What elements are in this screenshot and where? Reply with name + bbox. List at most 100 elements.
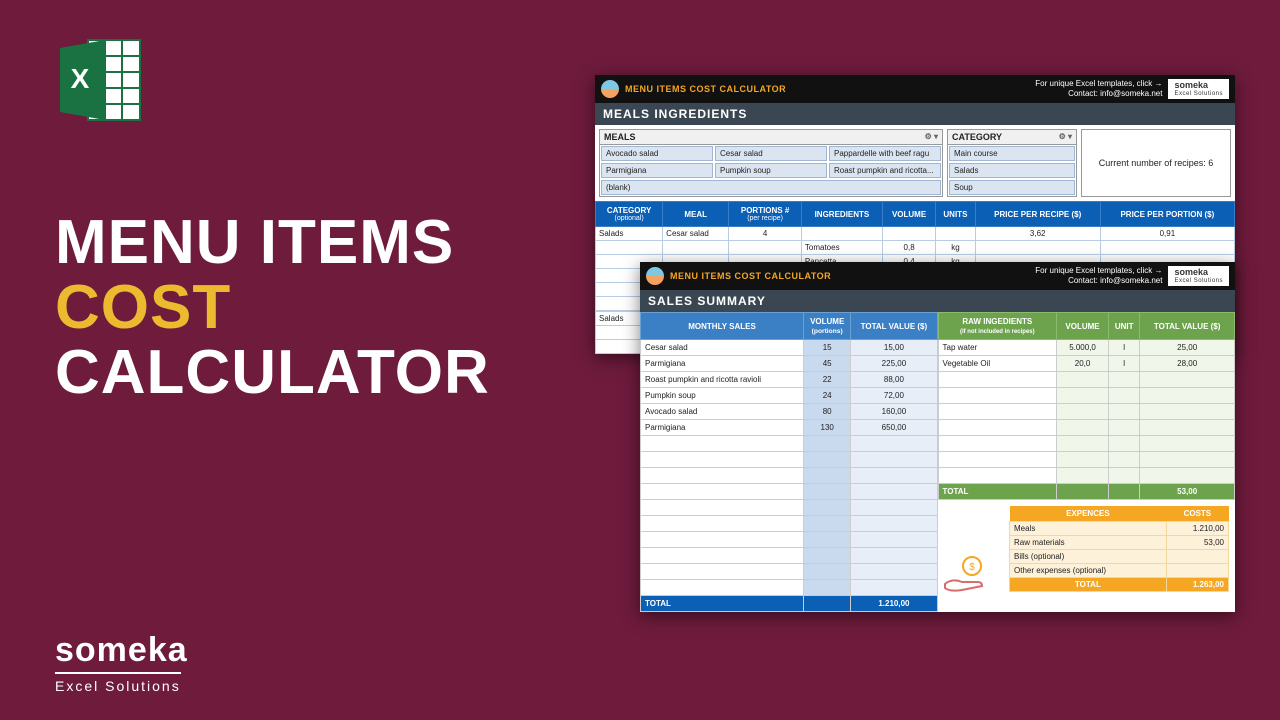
category-chip[interactable]: Main course [949,146,1075,161]
total-row: TOTAL53,00 [938,484,1235,500]
col-header: EXPENCES [1010,506,1167,522]
table-row: Avocado salad80160,00 [641,404,938,420]
table-row: Other expenses (optional) [1010,564,1229,578]
table-row: Raw materials53,00 [1010,536,1229,550]
contact-text: Contact: info@someka.net [1035,89,1162,99]
category-filter[interactable]: CATEGORY ⚙ ▾ Main course Salads Soup [947,129,1077,197]
table-row: Parmigiana45225,00 [641,356,938,372]
brand-name: someka [55,631,188,670]
table-row: Pumpkin soup2472,00 [641,388,938,404]
col-header: PRICE PER PORTION ($) [1100,202,1234,227]
bar-title: MENU ITEMS COST CALCULATOR [625,84,786,94]
app-icon [646,267,664,285]
title-bar: MENU ITEMS COST CALCULATOR For unique Ex… [595,75,1235,103]
section-title: SALES SUMMARY [640,290,1235,312]
table-row [641,436,938,452]
bar-right: For unique Excel templates, click → Cont… [1035,266,1162,285]
meal-chip[interactable]: Roast pumpkin and ricotta... [829,163,941,178]
someka-logo-bottom: someka Excel Solutions [55,631,188,696]
headline: MENU ITEMS COST CALCULATOR [55,210,490,405]
total-row: TOTAL1.263,00 [1010,578,1229,592]
title-bar: MENU ITEMS COST CALCULATOR For unique Ex… [640,262,1235,290]
col-header: RAW INGEDIENTS(if not included in recipe… [938,313,1057,340]
table-row: Vegetable Oil20,0l28,00 [938,356,1235,372]
table-row: Meals1.210,00 [1010,522,1229,536]
section-title: MEALS INGREDIENTS [595,103,1235,125]
table-row [641,516,938,532]
table-row [641,532,938,548]
category-label: CATEGORY [952,132,1002,142]
bar-right: For unique Excel templates, click → Cont… [1035,79,1162,98]
col-header: TOTAL VALUE ($) [1140,313,1235,340]
meals-filter[interactable]: MEALS ⚙ ▾ Avocado saladCesar saladPappard… [599,129,943,197]
table-row [641,468,938,484]
someka-badge: somekaExcel Solutions [1168,79,1229,99]
meal-chip[interactable]: Cesar salad [715,146,827,161]
headline-line2: COST [55,275,490,340]
table-row [938,468,1235,484]
total-row: TOTAL1.210,00 [641,596,938,612]
col-header: MEAL [663,202,729,227]
category-chip[interactable]: Salads [949,163,1075,178]
templates-link[interactable]: For unique Excel templates, click → [1035,266,1162,276]
col-header: INGREDIENTS [801,202,882,227]
brand-sub: Excel Solutions [55,672,181,694]
someka-badge: somekaExcel Solutions [1168,266,1229,286]
svg-text:X: X [71,63,90,94]
table-row [938,452,1235,468]
table-row: Tomatoes0,8kg [596,241,1235,255]
bar-title: MENU ITEMS COST CALCULATOR [670,271,831,281]
col-header: CATEGORY(optional) [596,202,663,227]
col-header: MONTHLY SALES [641,313,804,340]
table-row [641,564,938,580]
meal-chip[interactable]: Parmigiana [601,163,713,178]
table-row: Bills (optional) [1010,550,1229,564]
table-row [938,372,1235,388]
table-row [641,548,938,564]
table-row [641,484,938,500]
filter-row: MEALS ⚙ ▾ Avocado saladCesar saladPappard… [595,125,1235,201]
window-sales-summary: MENU ITEMS COST CALCULATOR For unique Ex… [640,262,1235,612]
table-row [938,436,1235,452]
col-header: PRICE PER RECIPE ($) [975,202,1100,227]
col-header: VOLUME [1057,313,1109,340]
money-hand-icon: $ [940,554,990,598]
table-row [641,452,938,468]
contact-text: Contact: info@someka.net [1035,276,1162,286]
filter-icon[interactable]: ⚙ ▾ [1059,132,1072,142]
table-row [938,420,1235,436]
meal-chip[interactable]: Pumpkin soup [715,163,827,178]
col-header: PORTIONS #(per recipe) [729,202,802,227]
filter-icon[interactable]: ⚙ ▾ [925,132,938,142]
col-header: VOLUME(portions) [804,313,851,340]
table-row: Parmigiana130650,00 [641,420,938,436]
meal-chip[interactable]: Pappardelle with beef ragu [829,146,941,161]
table-row [938,404,1235,420]
meal-chip[interactable]: (blank) [601,180,941,195]
category-chip[interactable]: Soup [949,180,1075,195]
headline-line1: MENU ITEMS [55,210,490,275]
app-icon [601,80,619,98]
table-row [641,500,938,516]
table-row: Tap water5.000,0l25,00 [938,340,1235,356]
expenses-table: EXPENCESCOSTS Meals1.210,00Raw materials… [1009,506,1229,592]
raw-ingredients-table: RAW INGEDIENTS(if not included in recipe… [938,312,1236,500]
col-header: UNITS [936,202,975,227]
table-row: Roast pumpkin and ricotta ravioli2288,00 [641,372,938,388]
table-row: Cesar salad1515,00 [641,340,938,356]
headline-line3: CALCULATOR [55,340,490,405]
table-row [641,580,938,596]
expenses-panel: EXPENCESCOSTS Meals1.210,00Raw materials… [1009,506,1229,592]
col-header: UNIT [1109,313,1140,340]
col-header: COSTS [1166,506,1228,522]
monthly-sales-table: MONTHLY SALESVOLUME(portions)TOTAL VALUE… [640,312,938,612]
svg-text:$: $ [969,562,975,573]
table-row [938,388,1235,404]
excel-icon: X [50,30,150,135]
recipe-count: Current number of recipes: 6 [1081,129,1231,197]
col-header: TOTAL VALUE ($) [851,313,937,340]
monthly-sales-panel: MONTHLY SALESVOLUME(portions)TOTAL VALUE… [640,312,938,612]
meals-label: MEALS [604,132,636,142]
meal-chip[interactable]: Avocado salad [601,146,713,161]
templates-link[interactable]: For unique Excel templates, click → [1035,79,1162,89]
